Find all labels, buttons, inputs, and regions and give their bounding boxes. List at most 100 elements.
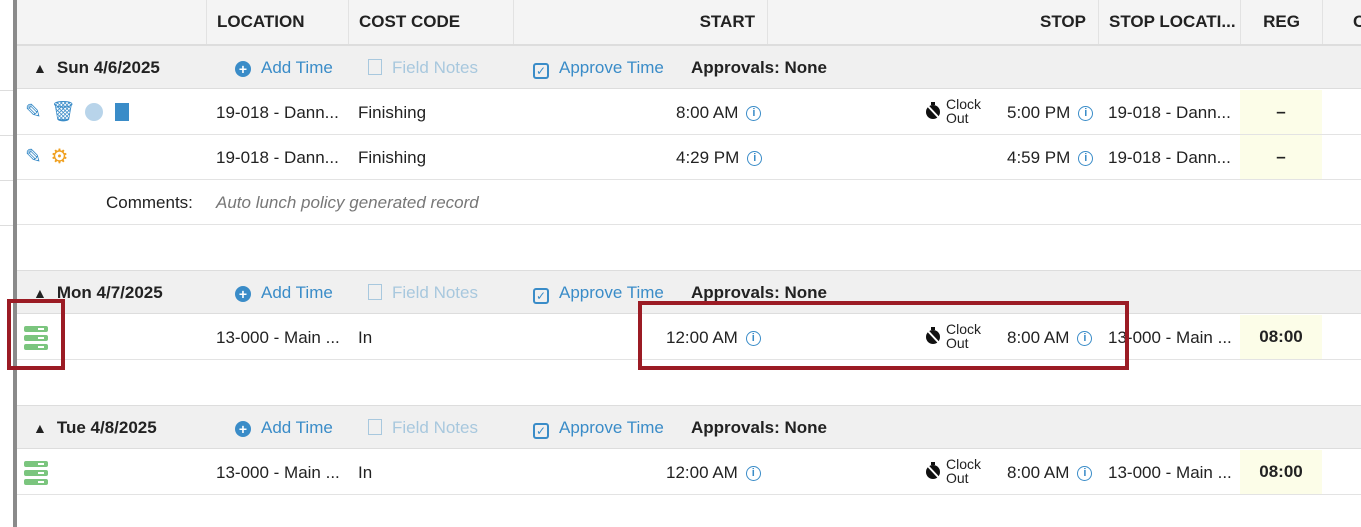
row-cost-code: In	[358, 463, 373, 482]
globe-icon[interactable]	[84, 103, 103, 121]
day-group-header: ▲ Tue 4/8/2025 + Add Time Field Notes ✓ App…	[17, 405, 1361, 449]
approve-time-label: Approve Time	[559, 418, 664, 437]
checkbox-icon: ✓	[533, 288, 549, 304]
checkbox-icon: ✓	[533, 423, 549, 439]
info-icon[interactable]: i	[1077, 466, 1093, 481]
field-notes-label: Field Notes	[392, 283, 478, 302]
plus-circle-icon: +	[235, 286, 251, 302]
stop-time: 5:00 PM	[1007, 103, 1071, 122]
stopwatch-icon	[925, 462, 941, 480]
row-cost-code: Finishing	[358, 103, 427, 122]
add-time-link[interactable]: + Add Time	[235, 46, 333, 90]
divider-tick	[0, 225, 13, 226]
col-start[interactable]: START	[513, 0, 767, 44]
approve-time-link[interactable]: ✓ Approve Time	[533, 46, 664, 90]
info-icon[interactable]: i	[745, 466, 761, 481]
row-cost-code: In	[358, 328, 373, 347]
field-notes-label: Field Notes	[392, 418, 478, 437]
row-stop: 8:00 AM i	[1007, 450, 1093, 495]
start-time: 8:00 AM	[676, 103, 739, 122]
col-actions	[17, 0, 206, 44]
out-label: Out	[946, 110, 969, 126]
divider-tick	[0, 135, 13, 136]
comments-row: Comments: Auto lunch policy generated re…	[17, 180, 1361, 225]
approvals-status: Approvals: None	[691, 418, 828, 437]
row-stop-location: 19-018 - Dann...	[1108, 103, 1231, 122]
table-header: LOCATION COST CODE START STOP STOP LOCAT…	[17, 0, 1361, 45]
row-stop: 5:00 PM i	[1007, 90, 1094, 135]
approve-time-label: Approve Time	[559, 58, 664, 77]
field-notes-link[interactable]: Field Notes	[368, 406, 478, 450]
row-reg: –	[1240, 135, 1322, 179]
field-notes-link[interactable]: Field Notes	[368, 271, 478, 315]
row-reg: –	[1240, 90, 1322, 134]
row-stop-location: 19-018 - Dann...	[1108, 148, 1231, 167]
add-time-label: Add Time	[261, 418, 333, 437]
add-time-link[interactable]: + Add Time	[235, 406, 333, 450]
row-reg: 08:00	[1240, 315, 1322, 359]
approve-time-link[interactable]: ✓ Approve Time	[533, 406, 664, 450]
row-actions: ✎ 🗑	[25, 90, 130, 135]
add-time-label: Add Time	[261, 283, 333, 302]
col-next[interactable]: C	[1322, 0, 1361, 44]
row-location: 19-018 - Dann...	[216, 103, 339, 122]
edit-icon[interactable]: ✎	[25, 101, 42, 123]
clock-label: Clock	[946, 96, 982, 112]
row-location: 13-000 - Main ...	[216, 328, 340, 347]
day-group-header: ▲ Sun 4/6/2025 + Add Time Field Notes ✓ App…	[17, 45, 1361, 89]
highlight-box-icon	[7, 299, 65, 370]
row-start: 8:00 AM i	[676, 90, 762, 135]
col-cost-code[interactable]: COST CODE	[348, 0, 513, 44]
gear-icon[interactable]: ⚙	[51, 146, 69, 168]
row-stop-location: 13-000 - Main ...	[1108, 463, 1232, 482]
start-time: 4:29 PM	[676, 148, 740, 167]
clock-label: Clock	[946, 456, 982, 472]
day-toggle[interactable]: ▲ Tue 4/8/2025	[33, 406, 157, 450]
highlight-box-times	[638, 301, 1129, 370]
info-icon[interactable]: i	[1078, 151, 1094, 166]
info-icon[interactable]: i	[746, 106, 762, 121]
divider-tick	[0, 180, 13, 181]
chevron-up-icon: ▲	[33, 60, 47, 76]
chevron-up-icon: ▲	[33, 420, 47, 436]
col-location[interactable]: LOCATION	[206, 0, 348, 44]
day-date: Mon 4/7/2025	[56, 283, 163, 302]
table-row[interactable]: ✎ 🗑 19-018 - Dann... Finishing 8:00 AM i …	[17, 90, 1361, 135]
out-label: Out	[946, 470, 969, 486]
row-location: 19-018 - Dann...	[216, 148, 339, 167]
add-time-label: Add Time	[261, 58, 333, 77]
stop-time: 4:59 PM	[1007, 148, 1071, 167]
field-notes-link[interactable]: Field Notes	[368, 46, 478, 90]
row-reg: 08:00	[1240, 450, 1322, 494]
server-icon[interactable]	[24, 461, 48, 485]
day-toggle[interactable]: ▲ Sun 4/6/2025	[33, 46, 160, 90]
row-start: 4:29 PM i	[676, 135, 763, 180]
plus-circle-icon: +	[235, 421, 251, 437]
col-stop-location[interactable]: STOP LOCATI...	[1098, 0, 1240, 44]
col-stop[interactable]: STOP	[767, 0, 1098, 44]
info-icon[interactable]: i	[1078, 106, 1094, 121]
stop-time: 8:00 AM	[1007, 463, 1070, 482]
row-stop: 4:59 PM i	[1007, 135, 1094, 180]
table-row[interactable]: 13-000 - Main ... In 12:00 AM i Clock Out …	[17, 450, 1361, 495]
col-reg[interactable]: REG	[1240, 0, 1322, 44]
edit-icon[interactable]: ✎	[25, 146, 42, 168]
row-cost-code: Finishing	[358, 148, 427, 167]
notes-icon	[368, 419, 382, 435]
row-start: 12:00 AM i	[666, 450, 761, 495]
divider-tick	[0, 90, 13, 91]
info-icon[interactable]: i	[747, 151, 763, 166]
day-date: Sun 4/6/2025	[56, 58, 160, 77]
table-row[interactable]: ✎ ⚙ 19-018 - Dann... Finishing 4:29 PM i …	[17, 135, 1361, 180]
plus-circle-icon: +	[235, 61, 251, 77]
notes-icon	[368, 59, 382, 75]
approvals-status: Approvals: None	[691, 58, 828, 77]
approve-time-label: Approve Time	[559, 283, 664, 302]
trash-icon[interactable]: 🗑	[51, 101, 76, 123]
add-time-link[interactable]: + Add Time	[235, 271, 333, 315]
start-time: 12:00 AM	[666, 463, 738, 482]
timesheet-table: LOCATION COST CODE START STOP STOP LOCAT…	[17, 0, 1361, 527]
stopwatch-icon	[925, 102, 941, 120]
row-location: 13-000 - Main ...	[216, 463, 340, 482]
document-icon[interactable]	[115, 103, 130, 121]
